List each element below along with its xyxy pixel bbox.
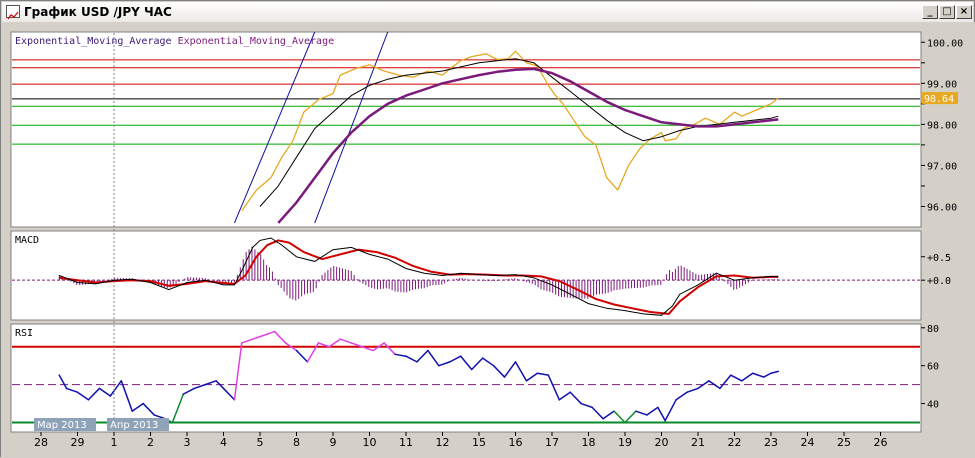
macd-panel[interactable]: MACD: [10, 230, 922, 321]
macd-title: MACD: [15, 235, 39, 246]
date-tick-label: 21: [691, 436, 705, 449]
price-panel[interactable]: Exponential_Moving_Average Exponential_M…: [10, 31, 922, 228]
date-tick-label: 5: [257, 436, 264, 449]
date-tick-label: 23: [764, 436, 778, 449]
rsi-tick-label: 40: [927, 400, 939, 411]
rsi-title: RSI: [15, 328, 33, 339]
date-tick-label: 19: [618, 436, 632, 449]
close-button[interactable]: ×: [956, 5, 972, 19]
date-tick-label: 18: [582, 436, 596, 449]
current-price-tag: 98.64: [922, 92, 958, 105]
window-title: График USD /JPY ЧАС: [24, 5, 172, 19]
date-tick-label: 9: [330, 436, 337, 449]
title-bar[interactable]: График USD /JPY ЧАС _ □ ×: [2, 2, 973, 23]
date-tick-label: 11: [399, 436, 413, 449]
current-price-label: 98.64: [924, 94, 954, 105]
date-tick-label: 20: [655, 436, 669, 449]
rsi-tick-label: 80: [927, 324, 939, 335]
price-tick-label: 100.00: [927, 38, 963, 49]
date-tick-label: 29: [71, 436, 85, 449]
date-tick-label: 24: [801, 436, 815, 449]
chart-window: График USD /JPY ЧАС _ □ × Exponential_Mo…: [0, 0, 975, 458]
date-tick-label: 12: [436, 436, 450, 449]
date-tick-label: 26: [874, 436, 888, 449]
price-tick-label: 99.00: [927, 79, 957, 90]
maximize-button[interactable]: □: [939, 5, 955, 19]
rsi-panel[interactable]: RSI: [10, 323, 922, 433]
month-label: Апр 2013: [110, 420, 158, 431]
date-tick-label: 4: [220, 436, 227, 449]
date-tick-label: 10: [363, 436, 377, 449]
price-tick-label: 98.00: [927, 120, 957, 131]
date-tick-label: 1: [111, 436, 118, 449]
price-tick-label: 97.00: [927, 161, 957, 172]
macd-tick-label: +0.5: [927, 253, 951, 264]
price-legend: Exponential_Moving_Average Exponential_M…: [15, 36, 334, 47]
month-label: Мар 2013: [37, 420, 87, 431]
date-tick-label: 15: [472, 436, 486, 449]
date-tick-label: 8: [293, 436, 300, 449]
rsi-tick-label: 60: [927, 362, 939, 373]
date-tick-label: 22: [728, 436, 742, 449]
macd-tick-label: +0.0: [927, 276, 951, 287]
date-tick-label: 2: [147, 436, 154, 449]
chart-area[interactable]: Exponential_Moving_Average Exponential_M…: [1, 22, 975, 458]
date-tick-label: 16: [509, 436, 523, 449]
date-tick-label: 28: [34, 436, 48, 449]
price-tick-label: 96.00: [927, 202, 957, 213]
minimize-button[interactable]: _: [922, 5, 938, 19]
date-tick-label: 25: [837, 436, 851, 449]
date-tick-label: 17: [545, 436, 559, 449]
chart-app-icon: [6, 5, 20, 20]
date-tick-label: 3: [184, 436, 191, 449]
ema-legend-1: Exponential_Moving_Average: [15, 36, 172, 47]
